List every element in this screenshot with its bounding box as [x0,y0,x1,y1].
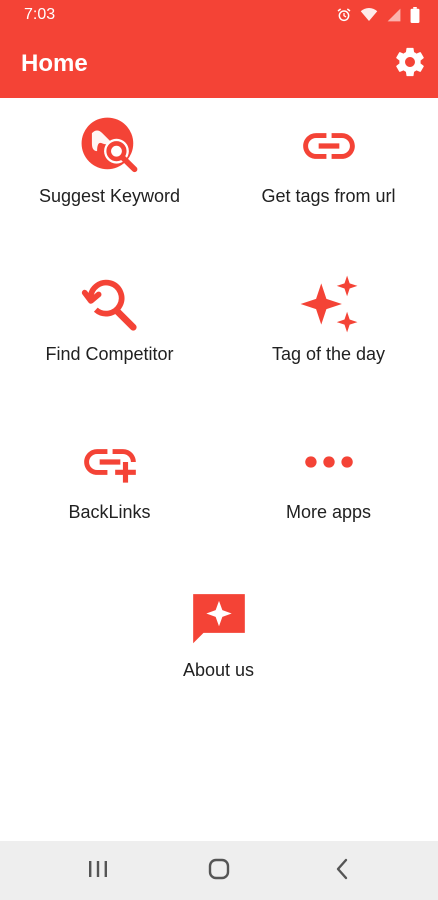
tag-of-the-day-button[interactable]: Tag of the day [219,258,438,408]
settings-button[interactable] [390,44,430,84]
backlinks-label: BackLinks [68,502,151,522]
globe-search-icon [78,114,142,178]
suggest-keyword-label: Suggest Keyword [38,186,181,206]
battery-icon [410,7,420,23]
get-tags-from-url-label: Get tags from url [261,186,396,206]
app-bar: Home [0,30,438,98]
back-icon [334,858,350,885]
home-icon [208,858,230,885]
alarm-icon [336,7,352,23]
recents-icon [87,859,109,884]
about-us-label: About us [182,660,255,680]
about-us-button[interactable]: About us [109,574,328,724]
chat-star-icon [187,588,251,652]
tag-of-the-day-label: Tag of the day [271,344,386,364]
more-dots-icon [297,430,361,494]
search-history-icon [78,272,142,336]
status-time: 7:03 [24,6,56,23]
home-button[interactable] [204,857,234,885]
suggest-keyword-button[interactable]: Suggest Keyword [0,100,219,250]
add-link-icon [78,430,142,494]
back-button[interactable] [327,857,357,885]
more-apps-label: More apps [285,502,372,522]
find-competitor-button[interactable]: Find Competitor [0,258,219,408]
link-icon [297,114,361,178]
status-bar: 7:03 [0,0,438,30]
status-icons [336,6,420,24]
gear-icon [393,45,427,84]
system-nav-bar [0,841,438,900]
more-apps-button[interactable]: More apps [219,416,438,566]
get-tags-from-url-button[interactable]: Get tags from url [219,100,438,250]
page-title: Home [21,50,88,77]
recents-button[interactable] [83,857,113,885]
find-competitor-label: Find Competitor [45,344,174,364]
signal-icon [386,7,402,23]
sparkles-icon [297,272,361,336]
wifi-icon [360,7,378,23]
backlinks-button[interactable]: BackLinks [0,416,219,566]
